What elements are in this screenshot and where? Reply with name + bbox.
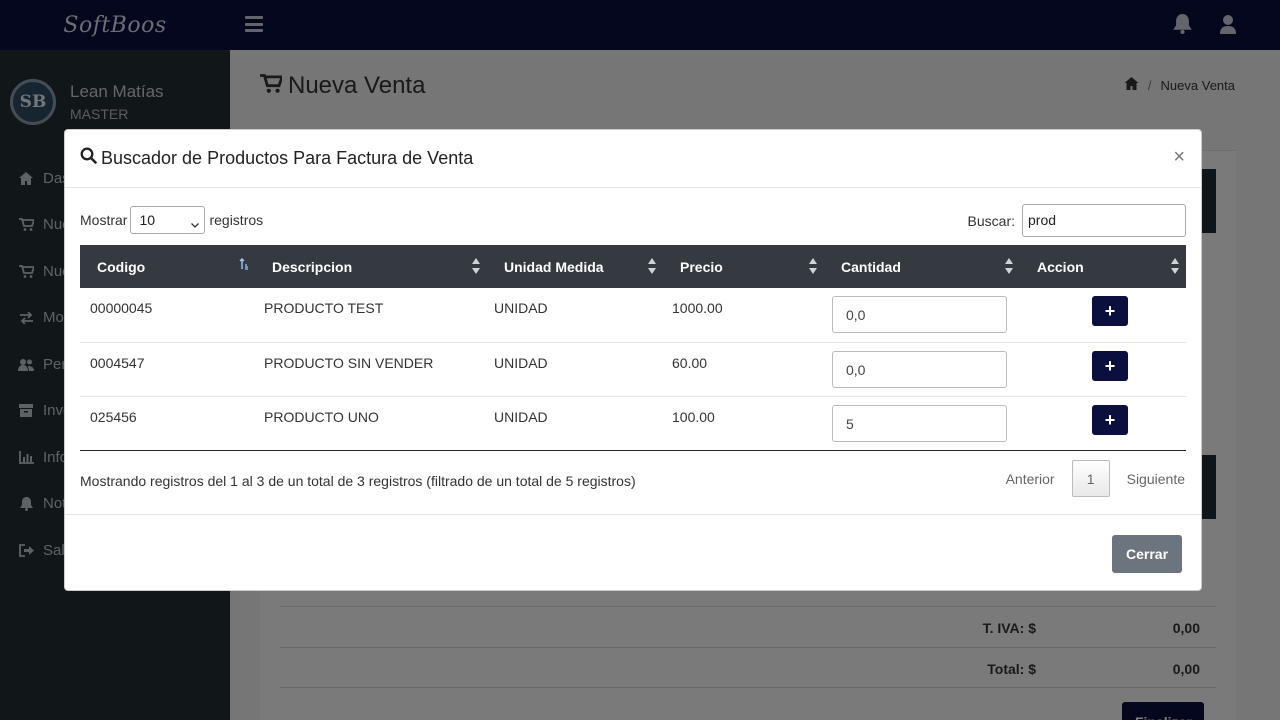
cell-cantidad: 0,0 xyxy=(824,342,1020,396)
table-row: 0004547 PRODUCTO SIN VENDER UNIDAD 60.00… xyxy=(80,342,1186,396)
plus-icon: + xyxy=(1104,409,1116,430)
cell-unidad: UNIDAD xyxy=(494,354,548,371)
pagination-page[interactable]: 1 xyxy=(1071,460,1110,497)
column-header-codigo[interactable]: Codigo xyxy=(80,245,255,288)
cell-unidad: UNIDAD xyxy=(494,300,548,316)
cell-codigo: 0004547 xyxy=(90,354,145,371)
modal-footer: Cerrar xyxy=(65,514,1201,591)
cell-accion: + xyxy=(1020,396,1186,450)
cell-descripcion: PRODUCTO UNO xyxy=(264,408,379,425)
table-row: 00000045 PRODUCTO TEST UNIDAD 1000.00 0,… xyxy=(80,288,1186,342)
product-search-modal: Buscador de Productos Para Factura de Ve… xyxy=(64,129,1202,591)
cell-accion: + xyxy=(1020,342,1186,396)
pagination-next[interactable]: Siguiente xyxy=(1127,471,1185,487)
add-product-button[interactable]: + xyxy=(1092,350,1128,381)
sort-asc-icon xyxy=(239,258,249,274)
column-header-descripcion[interactable]: Descripcion xyxy=(255,245,487,288)
cell-cantidad: 0,0 xyxy=(824,288,1020,342)
cell-descripcion: PRODUCTO SIN VENDER xyxy=(264,354,434,371)
close-button[interactable]: Cerrar xyxy=(1112,535,1182,573)
quantity-input[interactable]: 0,0 xyxy=(832,350,1007,388)
cell-codigo: 025456 xyxy=(90,408,137,425)
modal-title: Buscador de Productos Para Factura de Ve… xyxy=(80,147,473,169)
cell-precio: 60.00 xyxy=(672,354,708,371)
sort-both-icon xyxy=(471,258,481,274)
cell-cantidad: 5 xyxy=(824,396,1020,450)
column-header-accion[interactable]: Accion xyxy=(1020,245,1186,288)
column-header-cantidad[interactable]: Cantidad xyxy=(824,245,1020,288)
cell-descripcion: PRODUCTO TEST xyxy=(264,300,384,316)
cell-precio: 100.00 xyxy=(672,408,715,425)
sort-both-icon xyxy=(1170,258,1180,274)
column-header-precio[interactable]: Precio xyxy=(663,245,824,288)
plus-icon: + xyxy=(1104,355,1116,376)
sort-both-icon xyxy=(808,258,818,274)
table-row: 025456 PRODUCTO UNO UNIDAD 100.00 5 + xyxy=(80,396,1186,450)
close-icon[interactable]: × xyxy=(1173,147,1185,167)
page-length-control: Mostrar 10 registros xyxy=(80,206,263,234)
chevron-down-icon xyxy=(191,216,200,228)
search-control: Buscar: prod xyxy=(968,204,1186,237)
table-info: Mostrando registros del 1 al 3 de un tot… xyxy=(80,473,636,489)
quantity-input[interactable]: 5 xyxy=(832,404,1007,442)
quantity-input[interactable]: 0,0 xyxy=(832,296,1007,333)
search-input[interactable]: prod xyxy=(1022,204,1186,237)
sort-both-icon xyxy=(1004,258,1014,274)
table-header-row: Codigo Descripcion Unidad Medida Precio … xyxy=(80,245,1186,288)
modal-title-text: Buscador de Productos Para Factura de Ve… xyxy=(101,147,474,168)
page-length-value: 10 xyxy=(139,212,156,228)
add-product-button[interactable]: + xyxy=(1092,404,1128,435)
pagination-previous[interactable]: Anterior xyxy=(1006,471,1055,487)
sort-both-icon xyxy=(647,258,657,274)
page-length-select[interactable]: 10 xyxy=(130,206,206,234)
column-header-unidad-medida[interactable]: Unidad Medida xyxy=(487,245,663,288)
products-table: Codigo Descripcion Unidad Medida Precio … xyxy=(80,245,1186,451)
modal-header: Buscador de Productos Para Factura de Ve… xyxy=(65,130,1201,188)
cell-precio: 1000.00 xyxy=(672,300,723,316)
length-suffix: registros xyxy=(209,212,264,228)
add-product-button[interactable]: + xyxy=(1092,296,1128,326)
search-icon xyxy=(80,147,97,169)
cell-codigo: 00000045 xyxy=(90,300,153,316)
length-prefix: Mostrar xyxy=(80,212,128,228)
cell-accion: + xyxy=(1020,288,1186,342)
search-label: Buscar: xyxy=(967,212,1015,229)
cell-unidad: UNIDAD xyxy=(494,408,548,425)
pagination: Anterior 1 Siguiente xyxy=(1006,460,1186,497)
plus-icon: + xyxy=(1104,301,1116,321)
